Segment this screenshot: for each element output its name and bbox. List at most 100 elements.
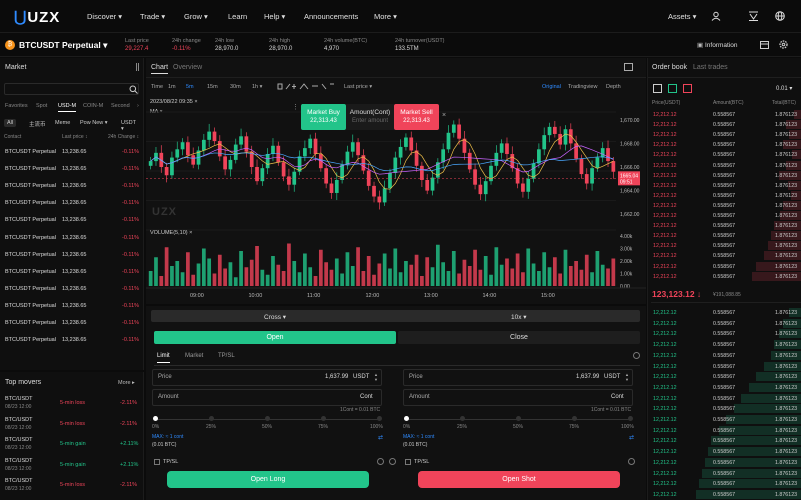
market-row[interactable]: BTCUSDT Perpetual 13,238.65 -0.11% bbox=[0, 195, 143, 212]
globe-icon[interactable] bbox=[775, 11, 785, 21]
mover-pair[interactable]: BTC/USDT bbox=[5, 396, 33, 402]
nav-item-2[interactable]: Grow ▾ bbox=[184, 12, 208, 21]
market-row[interactable]: BTCUSDT Perpetual 13,238.65 -0.11% bbox=[0, 230, 143, 247]
ask-row[interactable]: 12,212.12 0.558567 1.876123 bbox=[651, 231, 801, 241]
order-type-tab-0[interactable]: Limit bbox=[157, 353, 170, 363]
ask-row[interactable]: 12,212.12 0.558567 1.876123 bbox=[651, 120, 801, 130]
nav-item-5[interactable]: Announcements bbox=[304, 12, 358, 21]
swap-icon[interactable]: ⇄ bbox=[629, 434, 634, 441]
drag-handle-icon[interactable]: ⋮⋮ bbox=[292, 103, 306, 115]
tab-last-trades[interactable]: Last trades bbox=[693, 64, 728, 71]
long-price-input[interactable]: Price 1,637.99 USDT ▲ ▼ bbox=[152, 369, 382, 386]
ask-row[interactable]: 12,212.12 0.558567 1.876123 bbox=[651, 150, 801, 160]
market-search-input[interactable] bbox=[4, 83, 139, 95]
market-row[interactable]: BTCUSDT Perpetual 13,238.65 -0.11% bbox=[0, 161, 143, 178]
ask-row[interactable]: 12,212.12 0.558567 1.876123 bbox=[651, 221, 801, 231]
long-amount-input[interactable]: Amount Cont bbox=[152, 389, 382, 406]
market-row[interactable]: BTCUSDT Perpetual 13,238.65 -0.11% bbox=[0, 212, 143, 229]
tpsl-info-icon[interactable] bbox=[389, 458, 396, 465]
mover-pair[interactable]: BTC/USDT bbox=[5, 437, 33, 443]
market-filter-4[interactable]: USDT ▾ bbox=[118, 119, 143, 133]
market-header-2[interactable]: 24h Change ↕ bbox=[108, 134, 139, 140]
interval-1[interactable]: 1m bbox=[168, 84, 176, 90]
bid-row[interactable]: 12,212.12 0.558567 1.876123 bbox=[651, 425, 801, 436]
market-filter-3[interactable]: Pow New ▾ bbox=[77, 119, 111, 127]
nav-item-3[interactable]: Learn bbox=[228, 12, 247, 21]
slider-stop[interactable] bbox=[572, 416, 577, 421]
bid-row[interactable]: 12,212.12 0.558567 1.876123 bbox=[651, 447, 801, 457]
chart-tools-icons[interactable] bbox=[277, 83, 337, 90]
chart-view-0[interactable]: Original bbox=[542, 84, 561, 90]
market-tab-2[interactable]: USD-M bbox=[58, 103, 77, 112]
bid-row[interactable]: 12,212.12 0.558567 1.876123 bbox=[651, 361, 801, 372]
market-header-0[interactable]: Contact bbox=[4, 134, 21, 140]
interval-2[interactable]: 5m bbox=[186, 84, 194, 90]
slider-stop[interactable] bbox=[404, 416, 409, 421]
nav-item-0[interactable]: Discover ▾ bbox=[87, 12, 122, 21]
market-row[interactable]: BTCUSDT Perpetual 13,238.65 -0.11% bbox=[0, 332, 143, 349]
precision-select[interactable]: 0.01 ▾ bbox=[776, 85, 792, 92]
chart-view-1[interactable]: Tradingview bbox=[568, 84, 597, 90]
bid-row[interactable]: 12,212.12 0.558567 1.876123 bbox=[651, 489, 801, 500]
ask-row[interactable]: 12,212.12 0.558567 1.876123 bbox=[651, 271, 801, 282]
bid-row[interactable]: 12,212.12 0.558567 1.876123 bbox=[651, 382, 801, 393]
user-icon[interactable] bbox=[711, 11, 721, 21]
slider-stop[interactable] bbox=[153, 416, 158, 421]
market-tab-1[interactable]: Spot bbox=[36, 103, 47, 109]
bid-row[interactable]: 12,212.12 0.558567 1.876123 bbox=[651, 372, 801, 382]
market-tab-0[interactable]: Favorites bbox=[5, 103, 28, 109]
tpsl-checkbox[interactable] bbox=[405, 459, 411, 465]
ask-row[interactable]: 12,212.12 0.558567 1.876123 bbox=[651, 130, 801, 140]
open-short-button[interactable]: Open Shot bbox=[418, 471, 620, 488]
tpsl-checkbox[interactable] bbox=[154, 459, 160, 465]
slider-stop[interactable] bbox=[265, 416, 270, 421]
quick-amount-input[interactable]: Enter amount bbox=[346, 118, 394, 124]
slider-stop[interactable] bbox=[460, 416, 465, 421]
market-filter-2[interactable]: Meme bbox=[52, 119, 73, 127]
bid-row[interactable]: 12,212.12 0.558567 1.876123 bbox=[651, 415, 801, 425]
mover-pair[interactable]: BTC/USDT bbox=[5, 458, 33, 464]
bid-row[interactable]: 12,212.12 0.558567 1.876123 bbox=[651, 436, 801, 446]
fullscreen-icon[interactable] bbox=[624, 63, 633, 71]
tab-chart[interactable]: Chart bbox=[151, 64, 169, 74]
market-tab-4[interactable]: Second bbox=[111, 103, 130, 109]
ask-row[interactable]: 12,212.12 0.558567 1.876123 bbox=[651, 170, 801, 181]
layout-icon[interactable] bbox=[760, 41, 769, 49]
ask-row[interactable]: 12,212.12 0.558567 1.876123 bbox=[651, 160, 801, 171]
price-stepper-icon[interactable]: ▲ ▼ bbox=[625, 372, 632, 382]
open-tab[interactable]: Open bbox=[154, 331, 396, 344]
ask-row[interactable]: 12,212.12 0.558567 1.876123 bbox=[651, 140, 801, 150]
uzx-logo[interactable]: ⋃UZX bbox=[14, 8, 60, 26]
ask-row[interactable]: 12,212.12 0.558567 1.876123 bbox=[651, 110, 801, 120]
chart-view-2[interactable]: Depth bbox=[606, 84, 621, 90]
tpsl-info-icon[interactable] bbox=[628, 458, 635, 465]
orderbook-view-icons[interactable] bbox=[653, 84, 693, 93]
tab-order-book[interactable]: Order book bbox=[652, 64, 687, 71]
movers-more-link[interactable]: More ▸ bbox=[118, 380, 135, 386]
short-amount-input[interactable]: Amount Cont bbox=[403, 389, 633, 406]
market-header-1[interactable]: Last price ↕ bbox=[62, 134, 88, 140]
market-row[interactable]: BTCUSDT Perpetual 13,238.65 -0.11% bbox=[0, 298, 143, 315]
assets-menu[interactable]: Assets ▾ bbox=[668, 12, 696, 21]
price-stepper-icon[interactable]: ▲ ▼ bbox=[374, 372, 381, 382]
market-row[interactable]: BTCUSDT Perpetual 13,238.65 -0.11% bbox=[0, 178, 143, 195]
swap-icon[interactable]: ⇄ bbox=[378, 434, 383, 441]
market-row[interactable]: BTCUSDT Perpetual 13,238.65 -0.11% bbox=[0, 281, 143, 298]
settings-icon[interactable] bbox=[779, 40, 788, 49]
market-row[interactable]: BTCUSDT Perpetual 13,238.65 -0.11% bbox=[0, 144, 143, 161]
interval-5[interactable]: 1h ▾ bbox=[252, 84, 262, 90]
market-buy-button[interactable]: Market Buy 22,313.43 bbox=[301, 104, 346, 130]
slider-stop[interactable] bbox=[377, 416, 382, 421]
tabs-scroll-arrow-icon[interactable]: › bbox=[137, 103, 139, 109]
price-mode-select[interactable]: Last price ▾ bbox=[344, 84, 372, 90]
volume-indicator[interactable]: VOLUME(5,10) × bbox=[150, 230, 192, 236]
download-icon[interactable] bbox=[748, 11, 759, 21]
slider-stop[interactable] bbox=[516, 416, 521, 421]
mover-pair[interactable]: BTC/USDT bbox=[5, 417, 33, 423]
ask-row[interactable]: 12,212.12 0.558567 1.876123 bbox=[651, 251, 801, 261]
market-row[interactable]: BTCUSDT Perpetual 13,238.65 -0.11% bbox=[0, 315, 143, 332]
interval-4[interactable]: 30m bbox=[230, 84, 241, 90]
info-circle-icon[interactable] bbox=[633, 352, 640, 359]
bid-row[interactable]: 12,212.12 0.558567 1.876123 bbox=[651, 308, 801, 318]
ask-row[interactable]: 12,212.12 0.558567 1.876123 bbox=[651, 211, 801, 221]
